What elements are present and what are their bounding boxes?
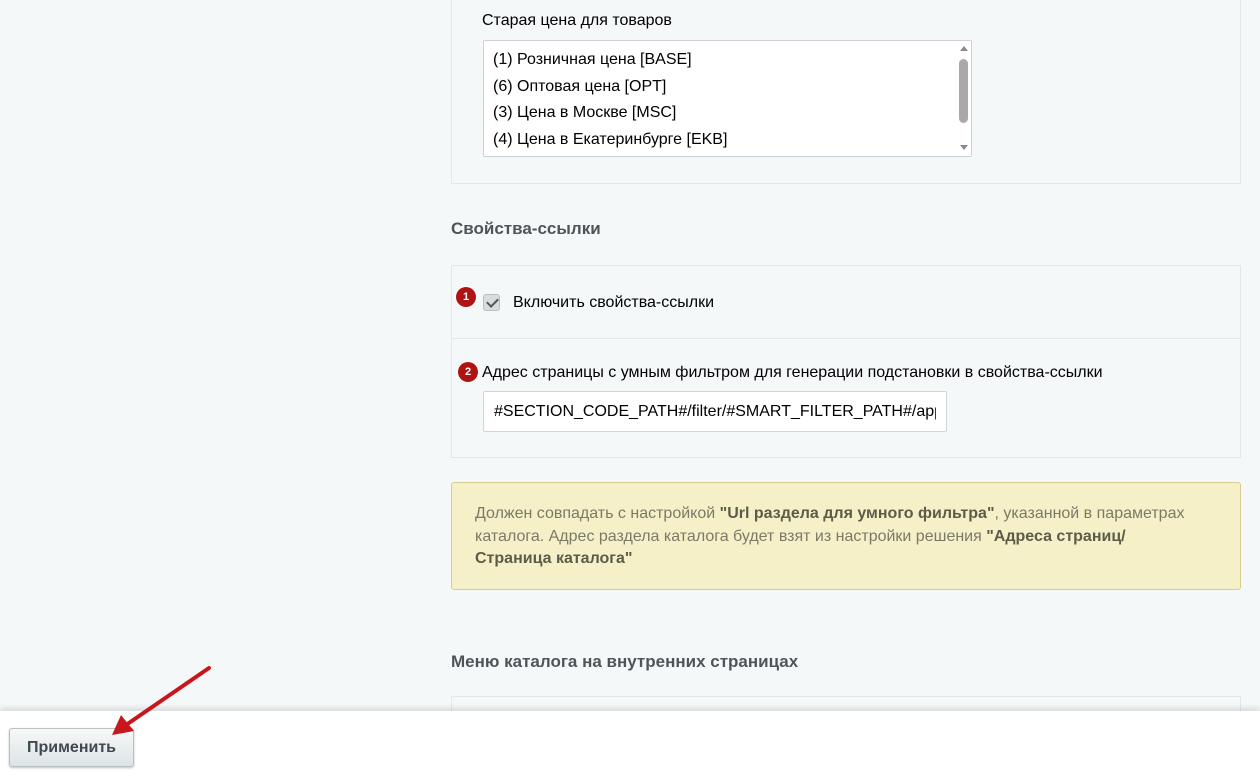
notice-box: Должен совпадать с настройкой "Url разде… <box>451 482 1241 590</box>
enable-link-props-label[interactable]: Включить свойства-ссылки <box>513 294 714 312</box>
filter-url-input[interactable] <box>483 391 947 432</box>
footer-bar: Применить <box>0 711 1260 777</box>
menu-section-title: Меню каталога на внутренних страницах <box>451 652 799 671</box>
notice-text: Должен совпадать с настройкой <box>475 505 720 522</box>
step-badge-2: 2 <box>458 362 478 382</box>
price-option[interactable]: (1) Розничная цена [BASE] <box>493 47 971 74</box>
enable-link-props-panel: 1 Включить свойства-ссылки <box>451 265 1241 339</box>
pointer-arrow-icon <box>112 666 211 735</box>
scroll-thumb[interactable] <box>959 59 968 123</box>
old-price-label: Старая цена для товаров <box>482 12 672 29</box>
scroll-up-arrow-icon[interactable] <box>960 46 968 51</box>
scroll-down-arrow-icon[interactable] <box>960 145 968 150</box>
old-price-panel: Старая цена для товаров (1) Розничная це… <box>451 0 1241 184</box>
enable-link-props-checkbox[interactable] <box>483 294 500 311</box>
filter-url-label: Адрес страницы с умным фильтром для гене… <box>482 364 1103 381</box>
price-option[interactable]: (3) Цена в Москве [MSC] <box>493 100 971 127</box>
filter-url-panel: 2 Адрес страницы с умным фильтром для ге… <box>451 339 1241 458</box>
step-badge-1: 1 <box>456 287 476 307</box>
apply-button[interactable]: Применить <box>9 728 134 767</box>
price-option[interactable]: (4) Цена в Екатеринбурге [EKB] <box>493 127 971 154</box>
price-option[interactable]: (6) Оптовая цена [OPT] <box>493 74 971 101</box>
listbox-scrollbar[interactable] <box>956 41 971 156</box>
link-props-section-title: Свойства-ссылки <box>451 219 601 238</box>
old-price-listbox[interactable]: (1) Розничная цена [BASE] (6) Оптовая це… <box>483 40 972 157</box>
notice-bold-setting: "Url раздела для умного фильтра" <box>719 505 995 522</box>
